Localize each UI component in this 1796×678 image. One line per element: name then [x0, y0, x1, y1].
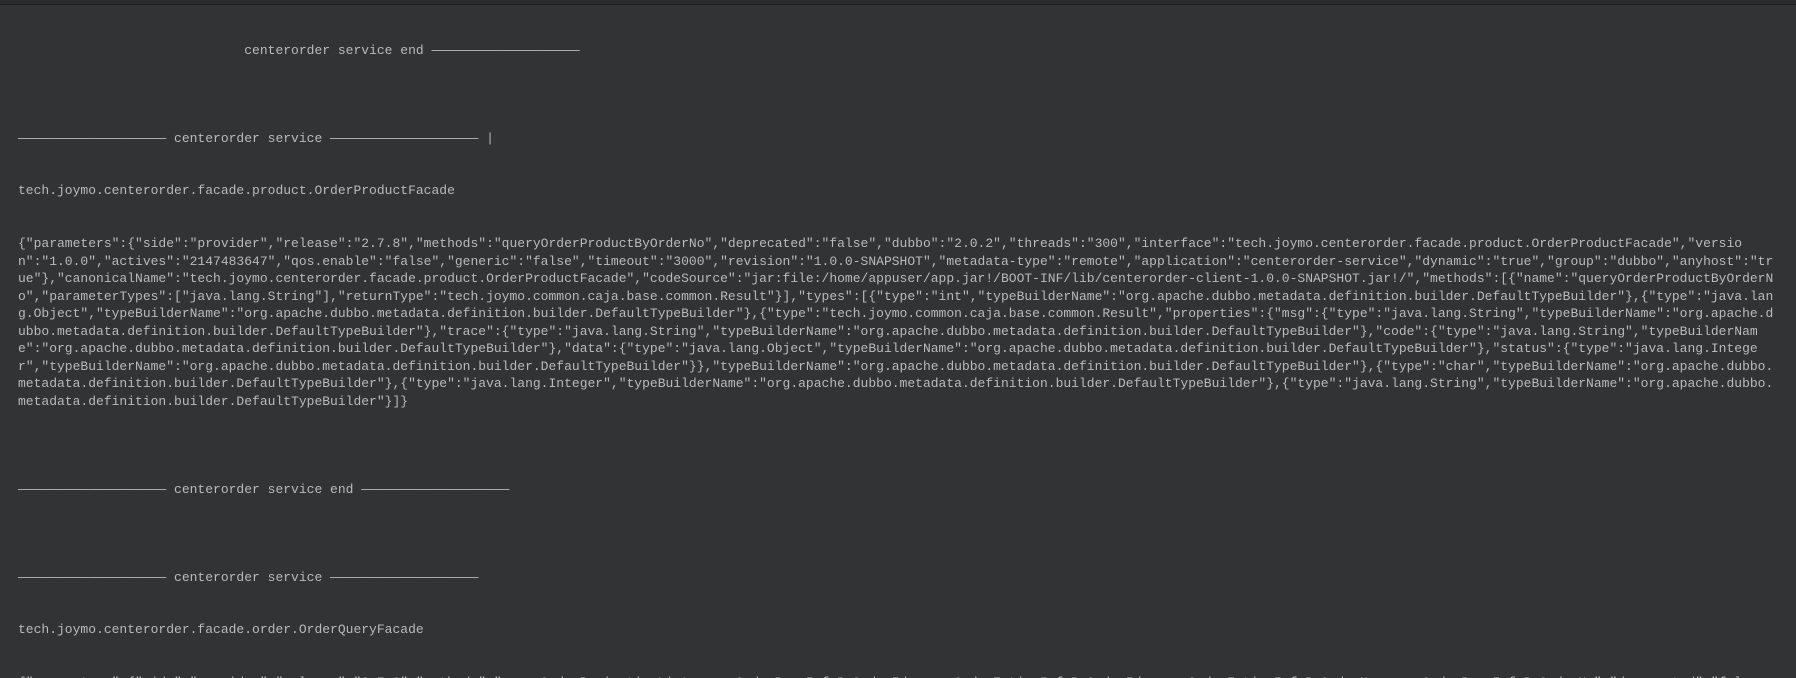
log-line: ——————————————————— centerorder service … [18, 130, 1778, 148]
console-output[interactable]: centerorder service end ————————————————… [0, 4, 1796, 678]
log-line: ——————————————————— centerorder service … [18, 569, 1778, 587]
log-line: tech.joymo.centerorder.facade.product.Or… [18, 182, 1778, 200]
log-line: {"parameters":{"side":"provider","releas… [18, 674, 1778, 678]
log-line: centerorder service end ————————————————… [18, 42, 1778, 60]
log-line: tech.joymo.centerorder.facade.order.Orde… [18, 621, 1778, 639]
log-line: ——————————————————— centerorder service … [18, 481, 1778, 499]
log-line: {"parameters":{"side":"provider","releas… [18, 235, 1778, 410]
